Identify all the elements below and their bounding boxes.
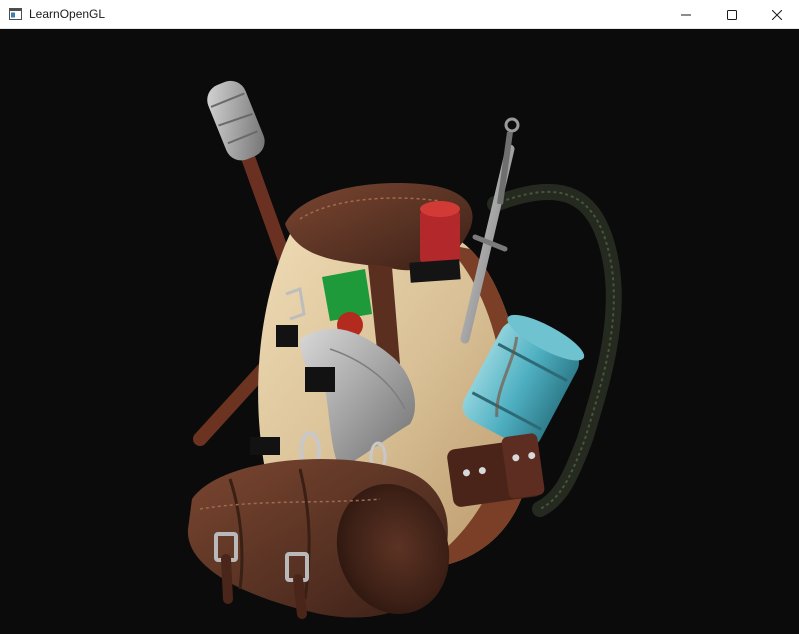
minimize-button[interactable] bbox=[663, 0, 709, 29]
opengl-viewport[interactable] bbox=[0, 29, 799, 634]
close-button[interactable] bbox=[754, 0, 799, 29]
maximize-icon bbox=[727, 9, 737, 20]
maximize-button[interactable] bbox=[709, 0, 755, 29]
close-icon bbox=[772, 9, 782, 20]
minimize-icon bbox=[681, 14, 691, 15]
app-window: LearnOpenGL bbox=[0, 0, 799, 634]
app-window-icon bbox=[9, 8, 22, 20]
window-title: LearnOpenGL bbox=[29, 7, 106, 21]
title-bar[interactable]: LearnOpenGL bbox=[0, 0, 799, 29]
backpack-model bbox=[187, 80, 622, 619]
